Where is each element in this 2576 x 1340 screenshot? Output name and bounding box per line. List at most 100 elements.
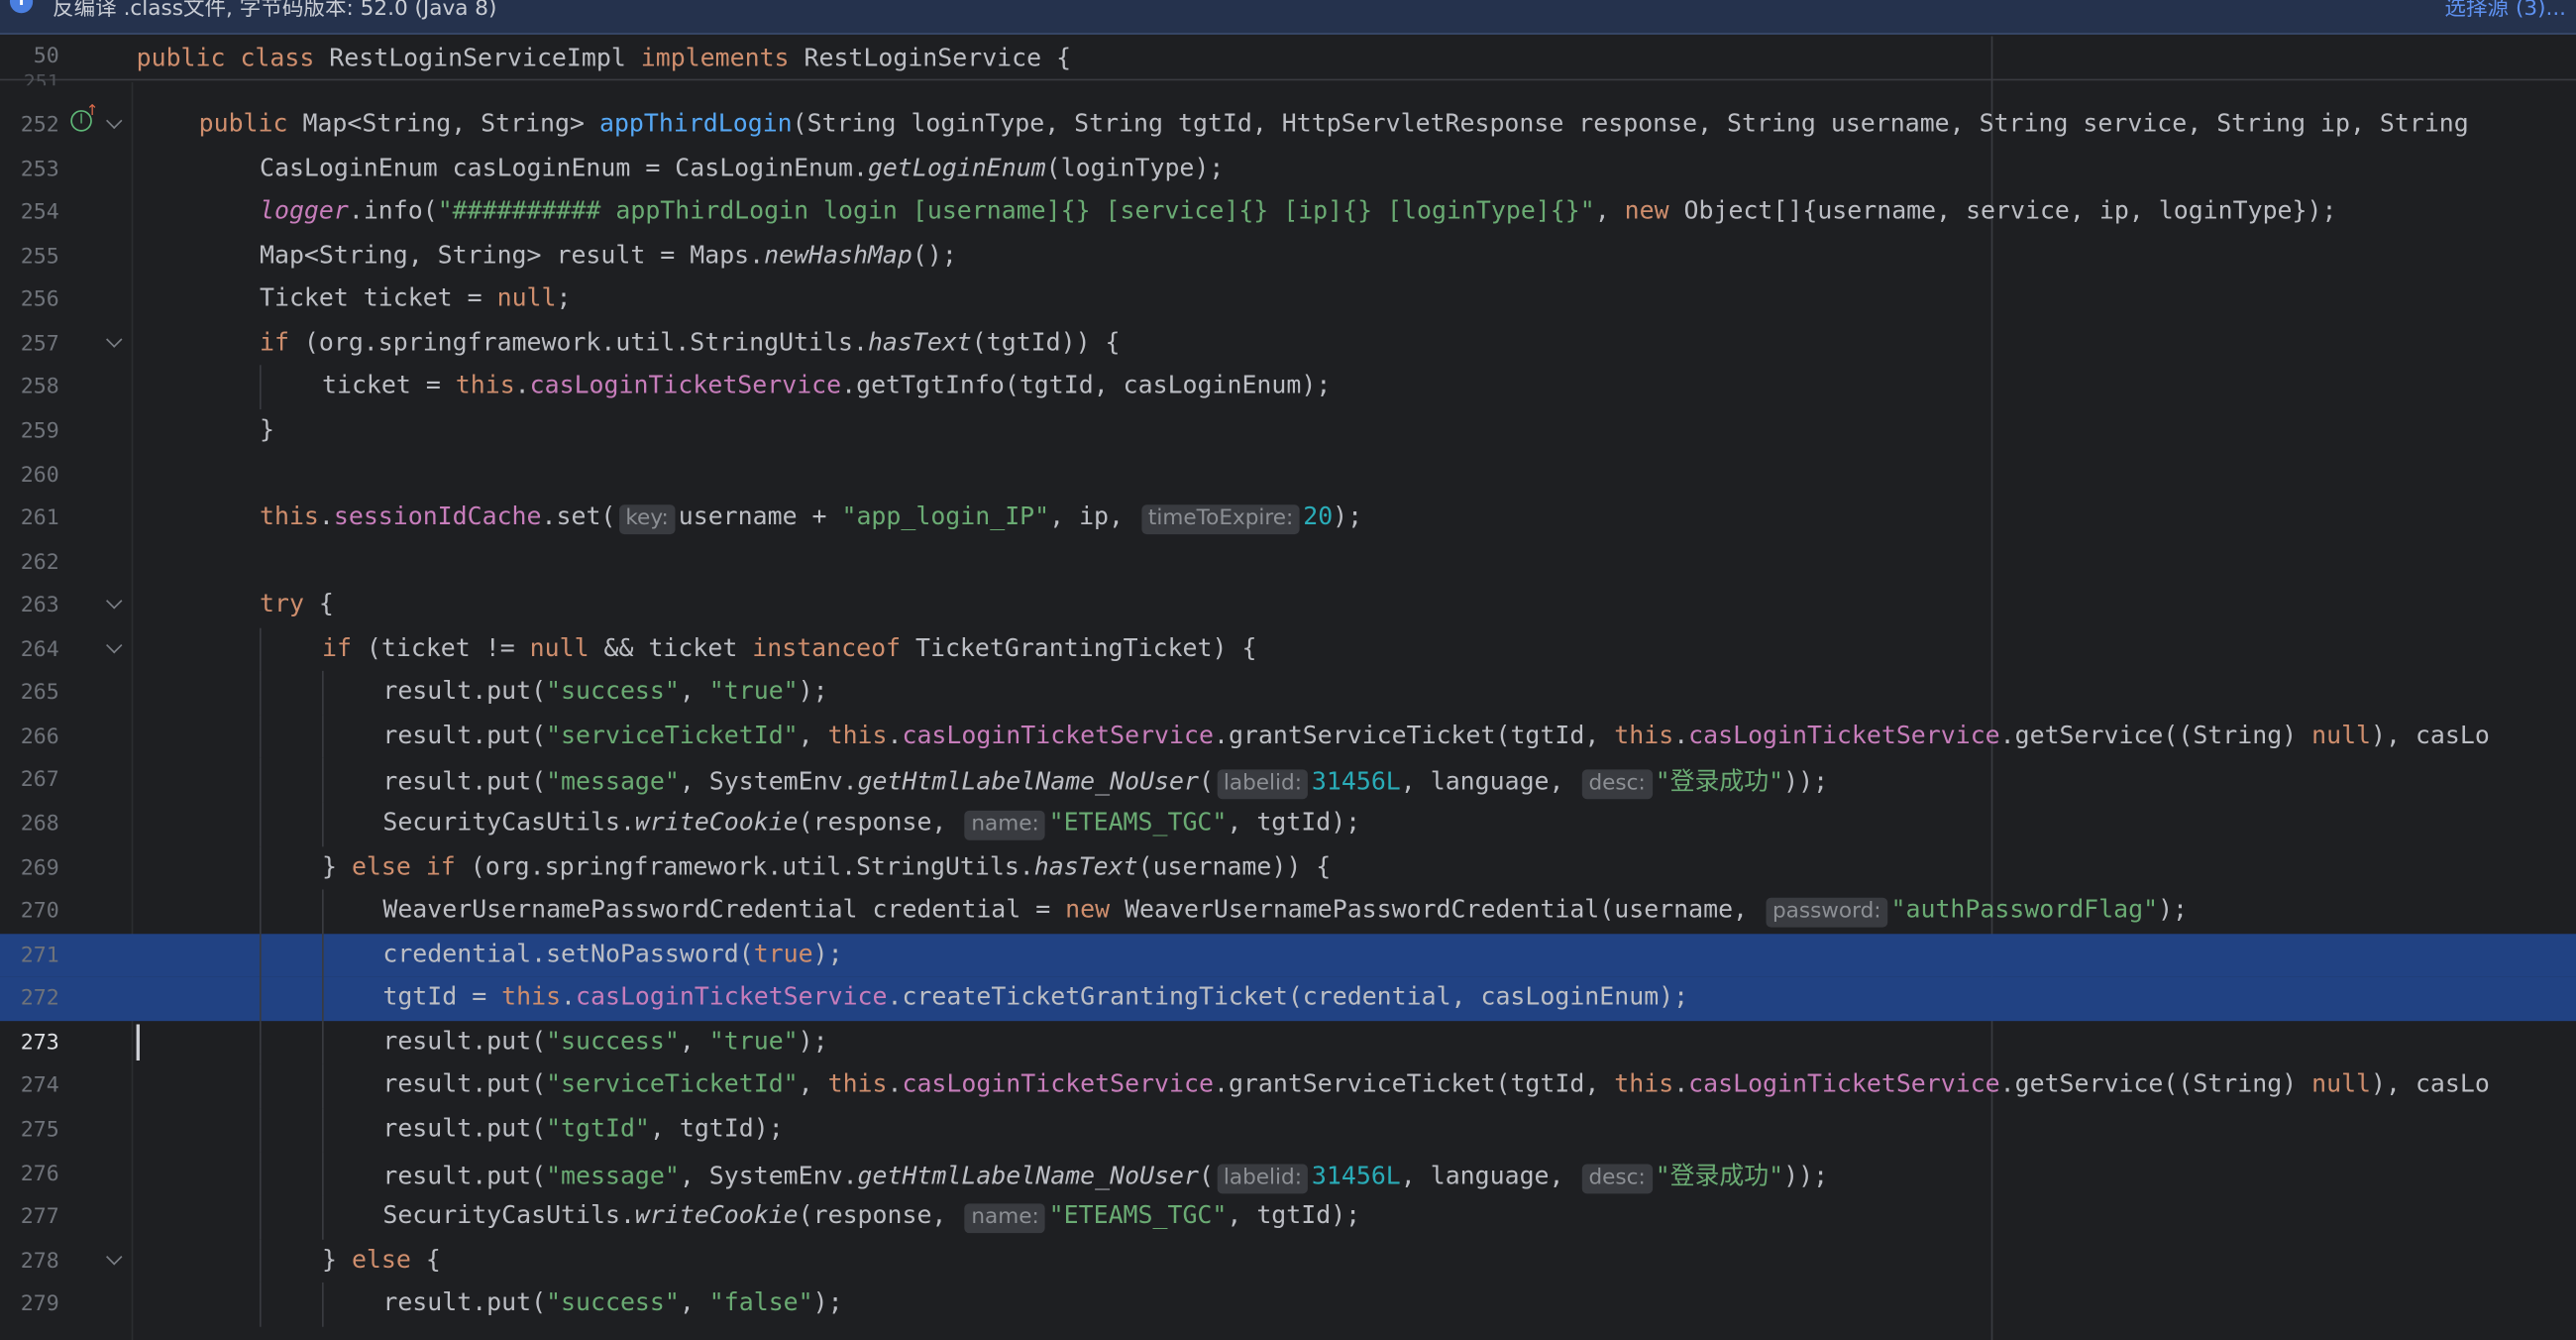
line-number: 275: [20, 1117, 59, 1143]
line-number: 265: [20, 681, 59, 707]
indent-guide: [259, 1152, 262, 1196]
code-line[interactable]: 255 Map<String, String> result = Maps.ne…: [0, 235, 2576, 279]
chevron-down-icon[interactable]: [106, 112, 123, 130]
code-line[interactable]: 266 result.put("serviceTicketId", this.c…: [0, 715, 2576, 759]
code-text[interactable]: result.put("serviceTicketId", this.casLo…: [382, 1069, 2489, 1099]
parameter-hint: name:: [964, 810, 1046, 840]
code-line[interactable]: 274 result.put("serviceTicketId", this.c…: [0, 1063, 2576, 1108]
sticky-class-header[interactable]: 50 public class RestLoginServiceImpl imp…: [0, 36, 2576, 81]
code-line[interactable]: 252 I ↑ public Map<String, String> appThi…: [0, 104, 2576, 148]
line-number: 261: [20, 506, 59, 531]
code-line-selected[interactable]: 271 credential.setNoPassword(true);: [0, 933, 2576, 977]
code-line[interactable]: 277 SecurityCasUtils.writeCookie(respons…: [0, 1195, 2576, 1240]
indent-guide: [321, 976, 324, 1021]
code-text[interactable]: result.put("message", SystemEnv.getHtmlL…: [382, 1157, 1828, 1193]
line-number: 278: [20, 1249, 59, 1275]
code-line[interactable]: 262: [0, 540, 2576, 584]
code-line[interactable]: 256 Ticket ticket = null;: [0, 279, 2576, 322]
code-line[interactable]: 278 } else {: [0, 1239, 2576, 1284]
code-line[interactable]: 260: [0, 453, 2576, 497]
code-line[interactable]: 258 ticket = this.casLoginTicketService.…: [0, 365, 2576, 409]
line-number: 270: [20, 899, 59, 925]
line-number: 263: [20, 594, 59, 619]
sticky-class-declaration[interactable]: public class RestLoginServiceImpl implem…: [137, 43, 1071, 72]
indent-guide: [259, 1195, 262, 1240]
code-text[interactable]: ticket = this.casLoginTicketService.getT…: [322, 371, 1331, 400]
code-text[interactable]: if (ticket != null && ticket instanceof …: [322, 632, 1256, 662]
line-number: 273: [20, 1030, 59, 1056]
code-text[interactable]: } else {: [322, 1244, 441, 1274]
chevron-down-icon[interactable]: [106, 331, 123, 348]
code-text[interactable]: result.put("message", SystemEnv.getHtmlL…: [382, 763, 1828, 800]
line-number: 252: [20, 113, 59, 139]
line-number: 256: [20, 287, 59, 313]
indent-guide: [259, 845, 262, 890]
parameter-hint: password:: [1766, 897, 1888, 928]
indent-guide: [321, 758, 324, 803]
code-text[interactable]: tgtId = this.casLoginTicketService.creat…: [382, 982, 1688, 1012]
code-editor[interactable]: 252 I ↑ public Map<String, String> appThi…: [0, 104, 2576, 1327]
line-number: 269: [20, 855, 59, 881]
code-text[interactable]: CasLoginEnum casLoginEnum = CasLoginEnum…: [260, 153, 1224, 182]
line-number: 264: [20, 637, 59, 663]
indent-guide: [259, 1020, 262, 1064]
indent-guide: [321, 1020, 324, 1064]
choose-sources-link[interactable]: 选择源 (3)...: [2444, 0, 2566, 22]
code-line[interactable]: 267 result.put("message", SystemEnv.getH…: [0, 758, 2576, 803]
indent-guide: [321, 1107, 324, 1153]
code-line[interactable]: 257 if (org.springframework.util.StringU…: [0, 322, 2576, 366]
code-text[interactable]: SecurityCasUtils.writeCookie(response, n…: [382, 1200, 1360, 1234]
code-text[interactable]: Ticket ticket = null;: [260, 283, 571, 313]
code-text[interactable]: this.sessionIdCache.set(key: username + "…: [260, 502, 1362, 535]
code-text[interactable]: result.put("success", "true");: [382, 1026, 827, 1056]
code-line[interactable]: 269 } else if (org.springframework.util.…: [0, 845, 2576, 890]
code-text[interactable]: credential.setNoPassword(true);: [382, 939, 842, 968]
implements-override-icon[interactable]: I ↑: [70, 104, 98, 132]
parameter-hint: name:: [964, 1203, 1046, 1234]
code-text[interactable]: result.put("serviceTicketId", this.casLo…: [382, 720, 2489, 749]
code-line[interactable]: 268 SecurityCasUtils.writeCookie(respons…: [0, 802, 2576, 846]
code-line[interactable]: 276 result.put("message", SystemEnv.getH…: [0, 1152, 2576, 1196]
code-text[interactable]: result.put("success", "false");: [382, 1287, 842, 1317]
code-text[interactable]: public Map<String, String> appThirdLogin…: [199, 108, 2484, 138]
code-text[interactable]: result.put("tgtId", tgtId);: [382, 1113, 783, 1143]
chevron-down-icon[interactable]: [106, 593, 123, 610]
chevron-down-icon[interactable]: [106, 1248, 123, 1265]
code-line-selected[interactable]: 272 tgtId = this.casLoginTicketService.c…: [0, 976, 2576, 1021]
parameter-hint: timeToExpire:: [1141, 504, 1300, 535]
code-text[interactable]: result.put("success", "true");: [382, 676, 827, 706]
line-number: 272: [20, 986, 59, 1012]
indent-guide: [259, 627, 262, 672]
indent-guide: [321, 1063, 324, 1108]
indent-guide: [259, 1107, 262, 1153]
line-number: 258: [20, 375, 59, 400]
code-line[interactable]: 259 }: [0, 409, 2576, 453]
code-text[interactable]: logger.info("########## appThirdLogin lo…: [260, 196, 2336, 226]
code-line[interactable]: 253 CasLoginEnum casLoginEnum = CasLogin…: [0, 148, 2576, 191]
code-line[interactable]: 275 result.put("tgtId", tgtId);: [0, 1107, 2576, 1153]
code-line[interactable]: 265 result.put("success", "true");: [0, 671, 2576, 716]
indent-guide: [259, 1239, 262, 1284]
code-line[interactable]: 263 try {: [0, 584, 2576, 627]
code-text[interactable]: }: [260, 414, 274, 444]
code-line[interactable]: 270 WeaverUsernamePasswordCredential cre…: [0, 889, 2576, 934]
code-line[interactable]: 261 this.sessionIdCache.set(key: username…: [0, 497, 2576, 540]
indent-guide: [259, 889, 262, 934]
indent-guide: [321, 889, 324, 934]
code-text[interactable]: if (org.springframework.util.StringUtils…: [260, 327, 1121, 357]
code-line[interactable]: 279 result.put("success", "false");: [0, 1283, 2576, 1327]
text-caret: [136, 1024, 140, 1061]
line-number: 257: [20, 331, 59, 357]
code-text[interactable]: WeaverUsernamePasswordCredential credent…: [382, 895, 2188, 928]
code-text[interactable]: SecurityCasUtils.writeCookie(response, n…: [382, 808, 1360, 840]
code-text[interactable]: } else if (org.springframework.util.Stri…: [322, 851, 1331, 881]
code-text[interactable]: try {: [260, 589, 334, 618]
chevron-down-icon[interactable]: [106, 636, 123, 653]
code-text[interactable]: Map<String, String> result = Maps.newHas…: [260, 240, 957, 270]
line-number: 260: [20, 462, 59, 488]
indent-guide: [321, 1152, 324, 1196]
parameter-hint: desc:: [1581, 1163, 1653, 1193]
code-line-current[interactable]: 273 result.put("success", "true");: [0, 1020, 2576, 1064]
code-line[interactable]: 264 if (ticket != null && ticket instanc…: [0, 627, 2576, 672]
code-line[interactable]: 254 logger.info("########## appThirdLogi…: [0, 191, 2576, 235]
